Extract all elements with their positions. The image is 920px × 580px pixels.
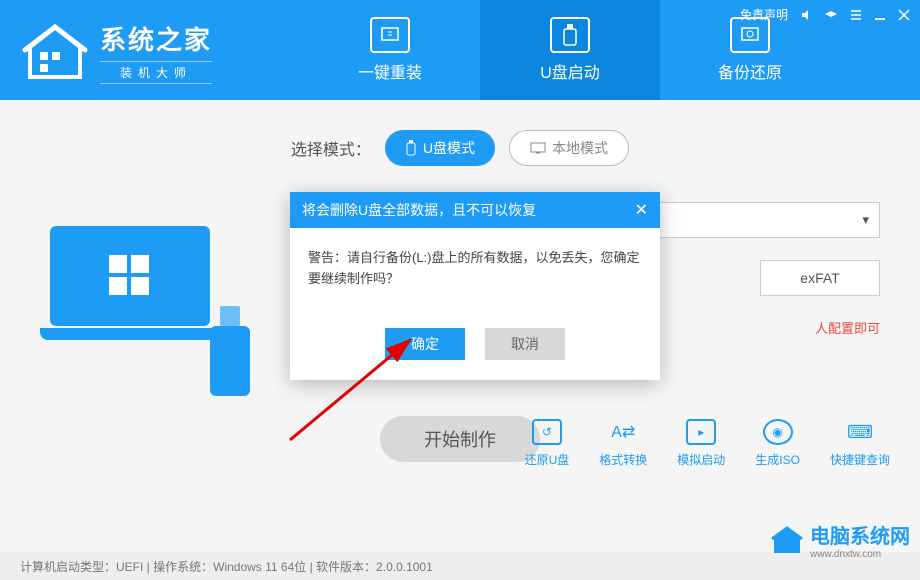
house-logo-icon: [20, 22, 90, 82]
watermark-logo-icon: [770, 525, 804, 555]
confirm-dialog: 将会删除U盘全部数据，且不可以恢复 ✕ 警告：请自行备份(L:)盘上的所有数据，…: [290, 192, 660, 380]
dialog-close-icon[interactable]: ✕: [635, 200, 648, 220]
cancel-button[interactable]: 取消: [485, 328, 565, 360]
usb-illustration-icon: [210, 306, 250, 396]
dialog-title: 将会删除U盘全部数据，且不可以恢复: [302, 200, 536, 220]
app-title: 系统之家: [100, 20, 212, 57]
speaker-icon[interactable]: [800, 9, 812, 21]
app-subtitle: 装机大师: [100, 61, 212, 84]
config-hint: 人配置即可: [815, 318, 880, 337]
app-header: 系统之家 装机大师 一键重装 U盘启动 备份还原 免责声明: [0, 0, 920, 100]
start-button[interactable]: 开始制作: [380, 416, 540, 462]
tab-reinstall[interactable]: 一键重装: [300, 0, 480, 100]
iso-icon: ◉: [763, 419, 793, 445]
tab-usb-boot[interactable]: U盘启动: [480, 0, 660, 100]
dialog-body: 警告：请自行备份(L:)盘上的所有数据，以免丢失，您确定要继续制作吗？: [290, 228, 660, 318]
local-mode-button[interactable]: 本地模式: [509, 130, 629, 166]
graduation-icon[interactable]: [824, 9, 838, 21]
mode-label: 选择模式：: [291, 136, 371, 160]
windows-logo-icon: [105, 251, 155, 301]
usb-mode-button[interactable]: U盘模式: [385, 130, 495, 166]
watermark: 电脑系统网 www.dnxtw.com: [770, 520, 910, 560]
usb-small-icon: [405, 140, 417, 156]
menu-icon[interactable]: [850, 9, 862, 21]
filesystem-select[interactable]: exFAT: [760, 260, 880, 296]
monitor-small-icon: [530, 142, 546, 154]
bottom-actions: ↺ 还原U盘 A⇄ 格式转换 ▸ 模拟启动 ◉ 生成ISO ⌨ 快捷键查询: [525, 419, 890, 468]
window-controls: 免责声明: [740, 6, 910, 23]
chevron-down-icon: ▾: [862, 212, 869, 228]
disclaimer-link[interactable]: 免责声明: [740, 6, 788, 23]
action-simulate-boot[interactable]: ▸ 模拟启动: [677, 419, 725, 468]
simulate-icon: ▸: [686, 419, 716, 445]
minimize-icon[interactable]: [874, 9, 886, 21]
illustration: [40, 206, 270, 396]
action-generate-iso[interactable]: ◉ 生成ISO: [755, 419, 800, 468]
restore-icon: ↺: [532, 419, 562, 445]
usb-icon: [562, 24, 578, 46]
close-icon[interactable]: [898, 9, 910, 21]
confirm-button[interactable]: 确定: [385, 328, 465, 360]
action-format-convert[interactable]: A⇄ 格式转换: [599, 419, 647, 468]
monitor-icon: [380, 26, 400, 44]
mode-selector: 选择模式： U盘模式 本地模式: [40, 130, 880, 166]
logo-area: 系统之家 装机大师: [0, 0, 300, 84]
convert-icon: A⇄: [608, 419, 638, 445]
hotkey-icon: ⌨: [845, 419, 875, 445]
action-restore-usb[interactable]: ↺ 还原U盘: [525, 419, 570, 468]
action-hotkey-query[interactable]: ⌨ 快捷键查询: [830, 419, 890, 468]
backup-icon: [740, 26, 760, 44]
